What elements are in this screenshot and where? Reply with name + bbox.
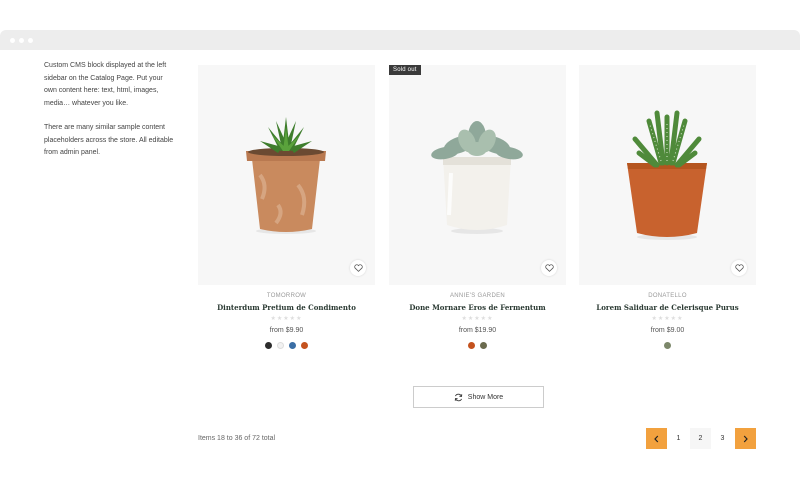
sidebar-cms-block: Custom CMS block displayed at the left s… [44, 60, 174, 160]
sidebar-text: There are many similar sample content pl… [44, 124, 174, 156]
chevron-right-icon [743, 435, 748, 442]
product-title[interactable]: Dinterdum Pretium de Condimento [198, 303, 375, 312]
items-count: Items 18 to 36 of 72 total [198, 435, 276, 442]
plant-pot-image [246, 117, 326, 234]
show-more-label: Show More [467, 393, 504, 401]
product-card[interactable]: TOMORROW Dinterdum Pretium de Condimento… [198, 65, 375, 349]
page-1[interactable]: 1 [668, 428, 689, 449]
product-image[interactable]: Sold out [389, 65, 566, 285]
show-more-button[interactable]: Show More [413, 386, 544, 408]
color-swatch[interactable] [480, 342, 487, 349]
browser-toolbar [0, 30, 800, 50]
rating-stars: ★★★★★ [461, 316, 494, 322]
color-swatches [389, 342, 566, 349]
wishlist-button[interactable] [541, 260, 557, 276]
chevron-left-icon [654, 435, 659, 442]
product-vendor[interactable]: DONATELLO [579, 293, 756, 299]
product-title[interactable]: Lorem Saliduar de Celerisque Purus [579, 303, 756, 312]
color-swatch[interactable] [265, 342, 272, 349]
sidebar-text: Custom CMS block displayed at the left s… [44, 62, 167, 107]
next-page-button[interactable] [735, 428, 756, 449]
product-image[interactable] [198, 65, 375, 285]
prev-page-button[interactable] [646, 428, 667, 449]
product-price: from $9.90 [269, 327, 304, 334]
color-swatch[interactable] [289, 342, 296, 349]
wishlist-button[interactable] [731, 260, 747, 276]
product-price: from $19.90 [458, 327, 497, 334]
window-dot [19, 38, 24, 43]
product-card[interactable]: DONATELLO Lorem Saliduar de Celerisque P… [579, 65, 756, 349]
sold-out-badge: Sold out [389, 65, 421, 75]
plant-pot-image [431, 121, 523, 234]
page-3[interactable]: 3 [712, 428, 733, 449]
product-vendor[interactable]: ANNIE'S GARDEN [389, 293, 566, 299]
product-price: from $9.00 [650, 327, 685, 334]
page-2[interactable]: 2 [690, 428, 711, 449]
color-swatch[interactable] [664, 342, 671, 349]
heart-icon [544, 264, 554, 272]
color-swatches [198, 342, 375, 349]
refresh-icon [454, 393, 462, 401]
color-swatch[interactable] [301, 342, 308, 349]
color-swatches [579, 342, 756, 349]
heart-icon [734, 264, 744, 272]
heart-icon [353, 264, 363, 272]
window-dot [28, 38, 33, 43]
wishlist-button[interactable] [350, 260, 366, 276]
plant-pot-image [627, 110, 707, 240]
product-vendor[interactable]: TOMORROW [198, 293, 375, 299]
product-card[interactable]: Sold out ANNIE'S GARDEN Done Mornare Ero… [389, 65, 566, 349]
rating-stars: ★★★★★ [270, 316, 303, 322]
color-swatch[interactable] [468, 342, 475, 349]
rating-stars: ★★★★★ [651, 316, 684, 322]
product-title[interactable]: Done Mornare Eros de Fermentum [389, 303, 566, 312]
color-swatch[interactable] [277, 342, 284, 349]
product-image[interactable] [579, 65, 756, 285]
window-dot [10, 38, 15, 43]
